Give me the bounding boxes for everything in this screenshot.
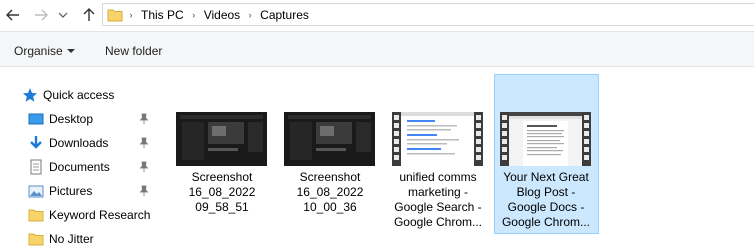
nav-item-label: Desktop xyxy=(49,112,94,126)
nav-item-desktop[interactable]: Desktop xyxy=(28,108,93,130)
filmstrip-right xyxy=(474,112,483,166)
breadcrumb-videos[interactable]: Videos xyxy=(202,8,242,22)
file-thumbnail xyxy=(284,112,375,166)
nav-quick-access[interactable]: Quick access xyxy=(22,84,114,106)
nav-item-label: Keyword Research xyxy=(49,208,151,222)
recent-locations-button[interactable] xyxy=(56,4,70,26)
filmstrip-left xyxy=(500,112,509,166)
file-name: unified comms marketing - Google Search … xyxy=(393,170,483,229)
organise-label: Organise xyxy=(14,44,63,58)
chevron-right-icon[interactable]: › xyxy=(188,10,200,20)
pin-icon[interactable] xyxy=(139,113,149,125)
file-item-selected[interactable]: Your Next Great Blog Post - Google Docs … xyxy=(494,74,599,234)
up-arrow-icon xyxy=(83,8,95,21)
nav-item-no-jitter[interactable]: No Jitter xyxy=(28,228,94,250)
address-row: › This PC › Videos › Captures xyxy=(0,0,754,30)
filmstrip-right xyxy=(582,112,591,166)
up-button[interactable] xyxy=(78,4,100,26)
new-folder-label: New folder xyxy=(105,44,163,58)
pictures-icon xyxy=(28,183,44,199)
back-button[interactable] xyxy=(2,4,24,26)
nav-item-documents[interactable]: Documents xyxy=(28,156,110,178)
forward-arrow-icon xyxy=(35,9,48,21)
documents-icon xyxy=(28,159,44,175)
command-bar: Organise New folder xyxy=(0,31,754,67)
nav-quick-access-label: Quick access xyxy=(43,88,115,102)
folder-icon xyxy=(28,231,44,247)
forward-button[interactable] xyxy=(30,4,52,26)
pin-icon[interactable] xyxy=(139,161,149,173)
downloads-icon xyxy=(28,135,44,151)
caret-down-icon xyxy=(66,49,75,53)
new-folder-button[interactable]: New folder xyxy=(105,44,162,58)
nav-item-label: Documents xyxy=(49,160,110,174)
organise-button[interactable]: Organise xyxy=(14,44,75,58)
breadcrumb-this-pc[interactable]: This PC xyxy=(139,8,186,22)
nav-item-downloads[interactable]: Downloads xyxy=(28,132,108,154)
file-item[interactable]: unified comms marketing - Google Search … xyxy=(386,74,491,234)
video-thumbnail xyxy=(500,112,591,166)
nav-item-label: Pictures xyxy=(49,184,93,198)
file-item[interactable]: Screenshot 16_08_2022 09_58_51 xyxy=(170,74,275,234)
navigation-pane: Quick access Desktop Downloads Documents xyxy=(0,68,160,250)
filmstrip-left xyxy=(392,112,401,166)
folder-icon xyxy=(107,8,123,22)
file-name: Your Next Great Blog Post - Google Docs … xyxy=(501,170,591,229)
nav-item-keyword-research[interactable]: Keyword Research xyxy=(28,204,150,226)
pin-icon[interactable] xyxy=(139,185,149,197)
file-name: Screenshot 16_08_2022 10_00_36 xyxy=(296,170,364,214)
chevron-right-icon[interactable]: › xyxy=(244,10,256,20)
pin-icon[interactable] xyxy=(139,137,149,149)
video-thumbnail xyxy=(392,112,483,166)
nav-item-pictures[interactable]: Pictures xyxy=(28,180,92,202)
file-thumbnail xyxy=(176,112,267,166)
folder-icon xyxy=(28,207,44,223)
nav-item-label: Downloads xyxy=(49,136,109,150)
star-icon xyxy=(22,87,38,103)
breadcrumb-captures[interactable]: Captures xyxy=(258,8,311,22)
file-item[interactable]: Screenshot 16_08_2022 10_00_36 xyxy=(278,74,383,234)
desktop-icon xyxy=(28,111,44,127)
chevron-down-icon xyxy=(58,12,68,18)
chevron-right-icon: › xyxy=(129,9,133,20)
file-name: Screenshot 16_08_2022 09_58_51 xyxy=(188,170,256,214)
back-arrow-icon xyxy=(6,9,19,21)
nav-item-label: No Jitter xyxy=(49,232,94,246)
address-bar[interactable]: › This PC › Videos › Captures xyxy=(102,3,754,26)
